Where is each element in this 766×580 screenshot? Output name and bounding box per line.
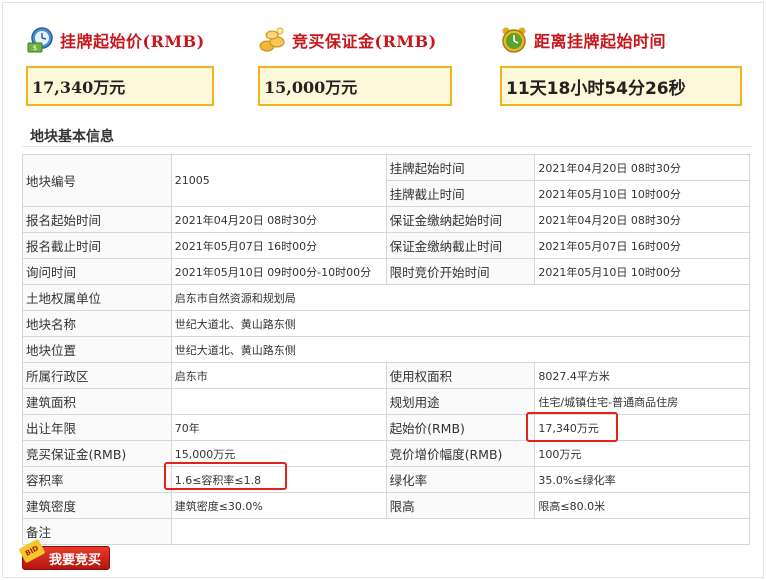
table-row: 备注 (22, 518, 751, 545)
use-area-value: 8027.4平方米 (534, 362, 750, 389)
listing-end-value: 2021年05月10日 10时00分 (534, 180, 750, 207)
section-title: 地块基本信息 (30, 129, 114, 145)
parcel-location-value: 世纪大道北、黄山路东侧 (170, 336, 751, 363)
money-clock-icon: $ (26, 26, 54, 54)
inquiry-label: 询问时间 (22, 258, 172, 285)
reg-start-label: 报名起始时间 (22, 206, 172, 233)
parcel-name-label: 地块名称 (22, 310, 172, 337)
bid-button-label: 我要竞买 (48, 552, 101, 568)
height-label: 限高 (385, 492, 536, 519)
deposit-end-value: 2021年05月07日 16时00分 (534, 232, 750, 259)
parcel-info-table: 地块编号 21005 挂牌起始时间 2021年04月20日 08时30分 挂牌截… (22, 154, 751, 545)
bid-button[interactable]: BID 我要竞买 (18, 538, 110, 570)
build-area-value (170, 388, 387, 415)
term-value: 70年 (170, 414, 387, 441)
green-label: 绿化率 (385, 466, 536, 493)
countdown-label: 距离挂牌起始时间 (534, 32, 667, 51)
far-highlight-box (164, 462, 287, 490)
table-row: 出让年限 70年 起始价(RMB) 17,340万元 (22, 414, 750, 441)
reg-start-value: 2021年04月20日 08时30分 (170, 206, 387, 233)
build-area-label: 建筑面积 (22, 388, 172, 415)
deposit-summary: 竞买保证金(RMB) 15,000万元 (258, 22, 452, 112)
table-row: 报名截止时间 2021年05月07日 16时00分 保证金缴纳截止时间 2021… (22, 232, 750, 259)
green-value: 35.0%≤绿化率 (534, 466, 750, 493)
increment-value: 100万元 (534, 440, 750, 467)
countdown-value: 11天18小时54分26秒 (506, 78, 686, 99)
deposit-end-label: 保证金缴纳截止时间 (385, 232, 536, 259)
table-row: 建筑面积 规划用途 住宅/城镇住宅-普通商品住房 (22, 388, 750, 415)
planning-use-label: 规划用途 (385, 388, 536, 415)
coins-icon (258, 26, 286, 54)
height-value: 限高≤80.0米 (534, 492, 750, 519)
increment-label: 竞价增价幅度(RMB) (385, 440, 536, 467)
inquiry-value: 2021年05月10日 09时00分-10时00分 (170, 258, 387, 285)
start-price-box: 17,340万元 (26, 66, 214, 106)
table-row: 竞买保证金(RMB) 15,000万元 竞价增价幅度(RMB) 100万元 (22, 440, 750, 467)
reg-end-label: 报名截止时间 (22, 232, 172, 259)
parcel-no-label: 地块编号 (22, 154, 172, 207)
table-row: 容积率 1.6≤容积率≤1.8 绿化率 35.0%≤绿化率 (22, 466, 750, 493)
far-label: 容积率 (22, 466, 172, 493)
table-row: 建筑密度 建筑密度≤30.0% 限高 限高≤80.0米 (22, 492, 750, 519)
countdown-summary: 距离挂牌起始时间 11天18小时54分26秒 (500, 22, 742, 112)
deposit-start-label: 保证金缴纳起始时间 (385, 206, 536, 233)
deposit-label: 竞买保证金(RMB) (292, 32, 437, 51)
parcel-name-value: 世纪大道北、黄山路东侧 (170, 310, 751, 337)
deposit-start-value: 2021年04月20日 08时30分 (534, 206, 750, 233)
deposit-value: 15,000万元 (264, 78, 358, 97)
owner-label: 土地权属单位 (22, 284, 172, 311)
reg-end-value: 2021年05月07日 16时00分 (170, 232, 387, 259)
alarm-clock-icon (500, 26, 528, 54)
table-row: 地块名称 世纪大道北、黄山路东侧 (22, 310, 751, 337)
timed-bid-value: 2021年05月10日 10时00分 (534, 258, 750, 285)
start-price-value: 17,340万元 (32, 78, 126, 97)
term-label: 出让年限 (22, 414, 172, 441)
table-row: 地块编号 21005 挂牌起始时间 2021年04月20日 08时30分 (22, 154, 750, 207)
density-value: 建筑密度≤30.0% (170, 492, 387, 519)
table-row: 土地权属单位 启东市自然资源和规划局 (22, 284, 751, 311)
start-price-summary: $ 挂牌起始价(RMB) 17,340万元 (26, 22, 214, 112)
start-price-table-label: 起始价(RMB) (385, 414, 536, 441)
listing-start-label: 挂牌起始时间 (385, 154, 536, 181)
deposit-box: 15,000万元 (258, 66, 452, 106)
table-row: 询问时间 2021年05月10日 09时00分-10时00分 限时竞价开始时间 … (22, 258, 750, 285)
density-label: 建筑密度 (22, 492, 172, 519)
remarks-label: 备注 (22, 518, 172, 545)
section-divider (22, 146, 752, 147)
district-value: 启东市 (170, 362, 387, 389)
parcel-no-value: 21005 (170, 154, 387, 207)
svg-text:$: $ (33, 44, 37, 52)
table-row: 所属行政区 启东市 使用权面积 8027.4平方米 (22, 362, 750, 389)
district-label: 所属行政区 (22, 362, 172, 389)
timed-bid-label: 限时竞价开始时间 (385, 258, 536, 285)
countdown-box: 11天18小时54分26秒 (500, 66, 742, 106)
listing-start-value: 2021年04月20日 08时30分 (534, 154, 750, 181)
start-price-label: 挂牌起始价(RMB) (60, 32, 205, 51)
listing-end-label: 挂牌截止时间 (385, 180, 536, 207)
owner-value: 启东市自然资源和规划局 (170, 284, 751, 311)
planning-use-value: 住宅/城镇住宅-普通商品住房 (534, 388, 750, 415)
use-area-label: 使用权面积 (385, 362, 536, 389)
parcel-location-label: 地块位置 (22, 336, 172, 363)
bid-deposit-label: 竞买保证金(RMB) (22, 440, 172, 467)
table-row: 地块位置 世纪大道北、黄山路东侧 (22, 336, 751, 363)
start-price-highlight-box (526, 412, 618, 442)
remarks-value (170, 518, 751, 545)
table-row: 报名起始时间 2021年04月20日 08时30分 保证金缴纳起始时间 2021… (22, 206, 750, 233)
